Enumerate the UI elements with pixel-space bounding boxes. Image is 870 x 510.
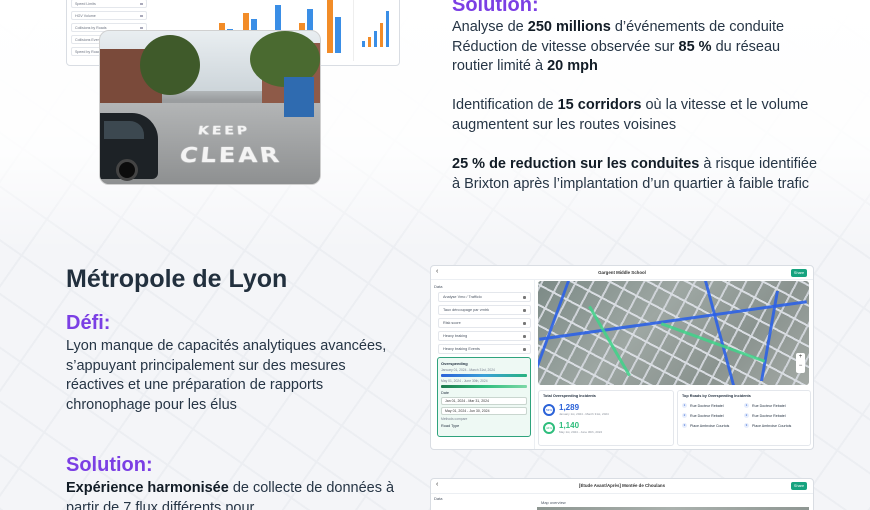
data-layer-item[interactable]: Heavy braking Events — [438, 344, 531, 354]
methods-compare-label: Methods compare — [441, 417, 468, 421]
dashboard-data-panel: Data Analyse Vmo / Trafficlo Taux dércou… — [431, 280, 535, 449]
date-range-field-2[interactable]: May 01, 2024 - Jun 30, 2024 — [441, 407, 527, 415]
bar — [327, 0, 333, 53]
road-overlay-blue — [538, 281, 570, 385]
range-1: January 01, 2024 - March 31st, 2024 — [441, 368, 495, 372]
map-overview-label: Map overview — [541, 500, 566, 505]
side-item: Speed Limits — [71, 0, 147, 8]
road-list-item: 1 Rue Docteur Rebatel — [744, 403, 786, 408]
keep-clear-street-photo: KEEP CLEAR — [99, 30, 321, 185]
selected-layer-title: Overspeeding — [441, 361, 468, 366]
lyon-dashboard-screenshot: ‹ Gargent Middle School Share Data Analy… — [430, 265, 814, 450]
london-solution-body: Analyse de 250 millions d’événements de … — [452, 18, 822, 194]
road-list-item: 3 Place Ambroise Courtois — [682, 423, 730, 428]
bar — [335, 17, 341, 53]
road-overlay-green — [660, 322, 766, 363]
data-layer-item[interactable]: Analyse Vmo / Trafficlo — [438, 292, 531, 302]
data-layer-item[interactable]: Heavy braking — [438, 331, 531, 341]
bar — [362, 41, 365, 47]
kpi-date: January 1st, 2024 - March 31st, 2024 — [559, 412, 609, 416]
dashboard-title: [Étude Avant/Après] Montée de Choulans — [578, 483, 666, 488]
selected-layer-overspeeding[interactable]: Overspeeding January 01, 2024 - March 31… — [437, 357, 531, 437]
small-bar-chart-thumbnail — [353, 0, 397, 61]
solution-point-3: Identification de 15 corridors où la vit… — [452, 97, 809, 133]
kpi-value: 1,289 — [559, 403, 580, 412]
lyon-solution-heading: Solution: — [66, 454, 153, 476]
top-roads-card: Top Roads by Overspeeding Incidents 1 Rue… — [677, 390, 811, 446]
legend-gradient-1 — [441, 374, 527, 377]
divider — [431, 493, 813, 494]
solution-point-2: Réduction de vitesse observée sur 85 % d… — [452, 38, 781, 75]
lyon-city-heading: Métropole de Lyon — [66, 265, 288, 293]
overspeeding-map[interactable]: + − — [538, 281, 809, 385]
data-layer-item[interactable]: Risk score — [438, 318, 531, 328]
lyon-defi-heading: Défi: — [66, 312, 111, 334]
road-list-item: 2 Rue Docteur Rebatel — [682, 413, 724, 418]
data-layer-item[interactable]: Taux dércoupage par vmtrk — [438, 305, 531, 315]
date-label: Date — [441, 391, 450, 395]
lyon-dashboard-screenshot-2: ‹ [Étude Avant/Après] Montée de Choulans… — [430, 478, 814, 510]
share-button[interactable]: Share — [791, 269, 807, 277]
dashboard-title: Gargent Middle School — [598, 270, 646, 275]
bar — [368, 37, 371, 47]
side-item: HGV Volume — [71, 11, 147, 20]
date-range-field-1[interactable]: Jan 01, 2024 - Mar 31, 2024 — [441, 397, 527, 405]
data-label: Data — [434, 284, 443, 289]
bar — [386, 11, 389, 47]
road-overlay-blue — [539, 300, 807, 341]
photo-car-wheel — [116, 159, 138, 181]
road-list-item: 1 Rue Docteur Rebatel — [682, 403, 724, 408]
photo-car-window — [104, 121, 144, 139]
road-list-item: 3 Place Ambroise Courtois — [744, 423, 792, 428]
kpi-row: 44% 1,140 May 1st, 2024 - June 30th, 202… — [543, 421, 669, 434]
london-solution-heading: Solution: — [452, 0, 539, 16]
road-overlay-green — [588, 305, 631, 377]
percent-ring: 53% — [543, 403, 555, 416]
percent-ring: 44% — [543, 421, 555, 434]
legend-gradient-2 — [441, 385, 527, 388]
road-list-item: 2 Rue Docteur Rebatel — [744, 413, 786, 418]
kpi-value: 1,140 — [559, 421, 580, 430]
total-incidents-card: Total Overspeeding Incidents 53% 1,289 J… — [538, 390, 674, 446]
lyon-defi-text: Lyon manque de capacités analytiques ava… — [66, 338, 387, 413]
card-title: Total Overspeeding Incidents — [543, 394, 596, 398]
lyon-solution-text: Expérience harmonisée de collecte de don… — [66, 480, 395, 510]
road-marking-keep: KEEP — [196, 124, 252, 138]
share-button[interactable]: Share — [791, 482, 807, 490]
road-type-label: Road Type — [441, 424, 460, 428]
solution-point-1: Analyse de 250 millions d’événements de … — [452, 19, 785, 35]
map-zoom-control[interactable]: + − — [796, 353, 805, 373]
range-2: May 01, 2024 - June 30th, 2024 — [441, 379, 488, 383]
bar — [374, 31, 377, 47]
dashboard-topbar: ‹ Gargent Middle School Share — [431, 266, 813, 280]
road-marking-clear: CLEAR — [177, 143, 285, 168]
solution-point-4: 25 % de reduction sur les conduites à ri… — [452, 156, 818, 192]
kpi-date: May 1st, 2024 - June 30th, 2024 — [559, 430, 603, 434]
photo-tree — [140, 35, 200, 95]
photo-blue-hoarding — [284, 77, 314, 117]
kpi-row: 53% 1,289 January 1st, 2024 - March 31st… — [543, 403, 669, 416]
bar — [380, 23, 383, 47]
road-overlay-blue — [704, 281, 735, 385]
data-label: Data — [434, 496, 443, 501]
